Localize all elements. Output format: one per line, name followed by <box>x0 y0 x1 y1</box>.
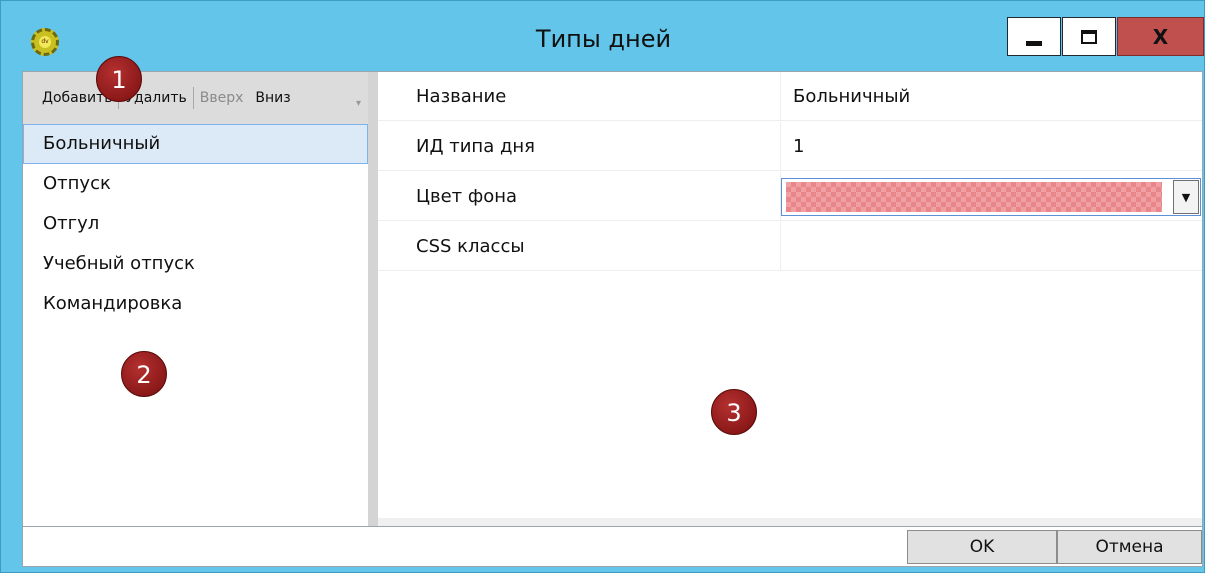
list-item[interactable]: Учебный отпуск <box>23 244 368 284</box>
property-label: Цвет фона <box>416 186 518 207</box>
minimize-icon <box>1026 41 1042 46</box>
property-grid: Название Больничный ИД типа дня 1 Цвет ф… <box>378 72 1202 526</box>
panel-splitter[interactable] <box>368 72 378 526</box>
day-type-list: Больничный Отпуск Отгул Учебный отпуск К… <box>23 124 368 324</box>
title-bar[interactable]: dv Типы дней X <box>1 1 1205 71</box>
property-divider <box>780 72 781 121</box>
move-up-button[interactable]: Вверх <box>194 86 250 110</box>
ok-button[interactable]: OK <box>907 530 1057 564</box>
minimize-button[interactable] <box>1007 17 1061 56</box>
property-row-css: CSS классы <box>378 222 1202 271</box>
cancel-button[interactable]: Отмена <box>1057 530 1202 564</box>
callout-badge-2: 2 <box>121 351 167 397</box>
property-label: Название <box>416 86 507 107</box>
list-toolbar: Добавить Удалить Вверх Вниз ▾ <box>23 72 368 124</box>
maximize-button[interactable] <box>1062 17 1116 56</box>
dialog-footer: OK Отмена <box>23 526 1202 566</box>
property-row-bg-color: Цвет фона ▼ <box>378 172 1202 221</box>
property-divider <box>780 122 781 171</box>
list-item[interactable]: Командировка <box>23 284 368 324</box>
move-down-button[interactable]: Вниз <box>249 86 296 110</box>
color-swatch <box>786 182 1162 212</box>
color-dropdown-button[interactable]: ▼ <box>1173 180 1199 214</box>
property-row-id: ИД типа дня 1 <box>378 122 1202 171</box>
property-label: CSS классы <box>416 236 525 257</box>
grid-bottom-strip <box>378 518 1202 526</box>
property-value-name[interactable]: Больничный <box>793 72 910 121</box>
close-button[interactable]: X <box>1117 17 1204 56</box>
callout-badge-3: 3 <box>711 389 757 435</box>
chevron-down-icon: ▼ <box>1181 190 1191 204</box>
property-value-id[interactable]: 1 <box>793 122 804 171</box>
toolbar-overflow-icon[interactable]: ▾ <box>356 98 364 112</box>
property-divider <box>780 222 781 271</box>
dialog-window: dv Типы дней X Добавить Удалить Вверх Вн… <box>0 0 1205 573</box>
maximize-icon <box>1081 29 1097 44</box>
background-color-picker[interactable]: ▼ <box>781 178 1201 216</box>
list-item[interactable]: Отгул <box>23 204 368 244</box>
close-icon: X <box>1152 24 1169 49</box>
list-item[interactable]: Отпуск <box>23 164 368 204</box>
callout-badge-1: 1 <box>96 56 142 102</box>
property-row-name: Название Больничный <box>378 72 1202 121</box>
day-type-list-panel: Добавить Удалить Вверх Вниз ▾ Больничный… <box>23 72 368 526</box>
list-item[interactable]: Больничный <box>23 124 368 164</box>
property-label: ИД типа дня <box>416 136 535 157</box>
dialog-client-area: Добавить Удалить Вверх Вниз ▾ Больничный… <box>22 71 1203 567</box>
